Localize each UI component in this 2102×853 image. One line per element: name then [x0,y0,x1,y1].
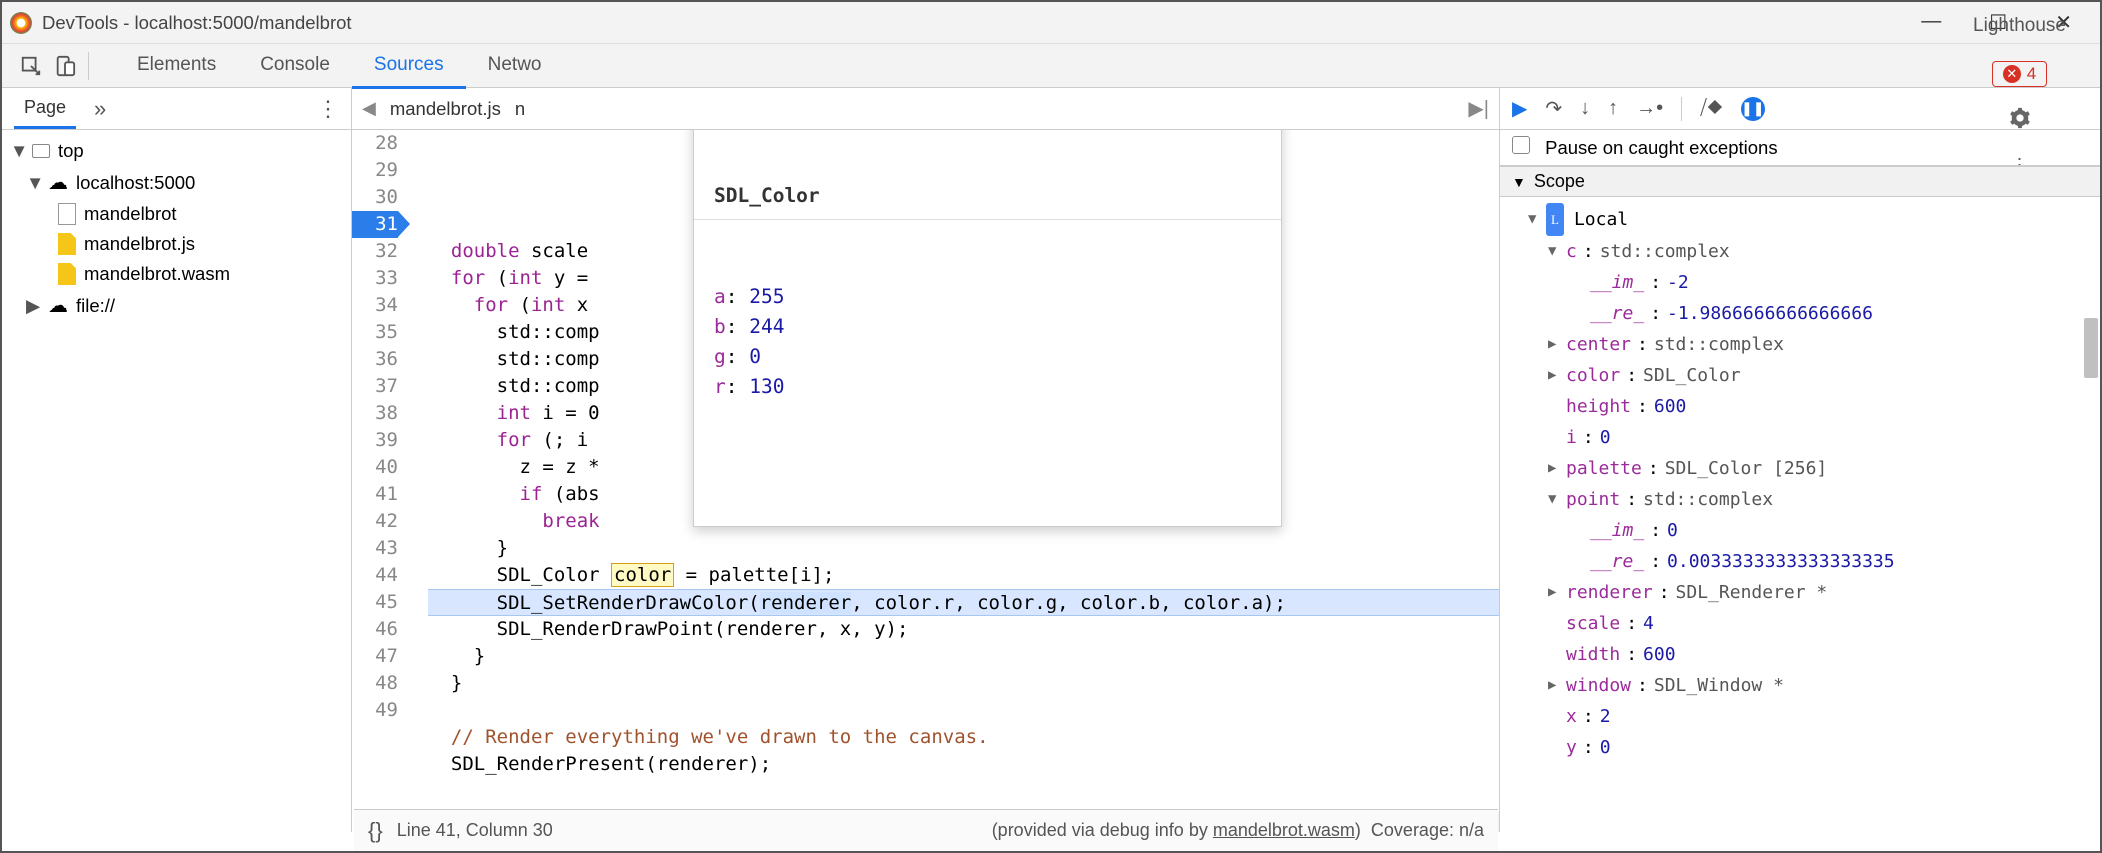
tree-file-scheme[interactable]: ▶☁file:// [2,289,351,322]
step-into-icon[interactable]: ↓ [1580,97,1590,120]
coverage-label: Coverage: n/a [1371,820,1484,840]
scope-row[interactable]: ▶center: std::complex [1500,329,2100,360]
tooltip-title: SDL_Color [694,172,1281,220]
tab-page[interactable]: Page [14,89,76,129]
scope-row[interactable]: __im_: -2 [1500,267,2100,298]
source-tab-filename[interactable]: mandelbrot.js [390,98,501,120]
debugger-toolbar: ▶ ↷ ↓ ↑ →• ⧸◆ ❚❚ [1500,88,2100,130]
scope-header[interactable]: ▼Scope [1500,166,2100,197]
deactivate-breakpoints-icon[interactable]: ⧸◆ [1700,97,1723,120]
scope-row[interactable]: width: 600 [1500,639,2100,670]
error-badge[interactable]: ✕ 4 [1992,61,2047,87]
scope-row[interactable]: scale: 4 [1500,608,2100,639]
nav-forward-icon[interactable]: ▶| [1468,96,1489,121]
tree-file-mandelbrot-wasm[interactable]: mandelbrot.wasm [2,259,351,289]
scope-row[interactable]: height: 600 [1500,391,2100,422]
cloud-icon: ☁ [48,293,68,318]
error-icon: ✕ [2003,65,2021,83]
file-tree: ▼top ▼☁localhost:5000 mandelbrot mandelb… [2,130,351,328]
inspect-icon[interactable] [14,49,48,83]
tree-top[interactable]: ▼top [2,136,351,166]
scope-row[interactable]: ▶color: SDL_Color [1500,360,2100,391]
pause-checkbox[interactable] [1512,136,1530,154]
source-panel: ◀ mandelbrot.js n ▶| 2829303132333435363… [352,88,1500,832]
scope-row[interactable]: y: 0 [1500,732,2100,763]
document-icon [58,203,76,225]
error-count: 4 [2027,64,2036,84]
scope-row[interactable]: __im_: 0 [1500,515,2100,546]
scope-row[interactable]: ▶palette: SDL_Color [256] [1500,453,2100,484]
nav-back-icon[interactable]: ◀ [362,98,376,119]
step-out-icon[interactable]: ↑ [1608,97,1618,120]
scope-row[interactable]: x: 2 [1500,701,2100,732]
step-icon[interactable]: →• [1636,97,1663,120]
window-icon [32,144,50,158]
tab-elements[interactable]: Elements [115,44,238,88]
scope-row[interactable]: ▼point: std::complex [1500,484,2100,515]
cloud-icon: ☁ [48,170,68,195]
scope-row[interactable]: ▼c: std::complex [1500,236,2100,267]
navigator-menu-icon[interactable]: ⋮ [317,96,339,122]
resume-icon[interactable]: ▶ [1512,96,1527,121]
step-over-icon[interactable]: ↷ [1545,96,1562,121]
wasm-file-icon [58,263,76,285]
line-gutter[interactable]: 2829303132333435363738394041424344454647… [352,130,408,832]
pause-exceptions-icon[interactable]: ❚❚ [1741,97,1765,121]
titlebar: DevTools - localhost:5000/mandelbrot — ☐… [2,2,2100,44]
chrome-icon [10,12,32,34]
tab-network[interactable]: Netwo [466,44,564,88]
hover-tooltip: SDL_Color a: 255b: 244g: 0r: 130 [693,130,1282,527]
status-bar: {} Line 41, Column 30 (provided via debu… [354,809,1498,851]
js-file-icon [58,233,76,255]
scope-local[interactable]: ▼LLocal [1500,203,2100,236]
panel-tabs: Elements Console Sources Netwo [115,44,563,88]
tree-file-mandelbrot-js[interactable]: mandelbrot.js [2,229,351,259]
tree-file-mandelbrot[interactable]: mandelbrot [2,199,351,229]
window-title: DevTools - localhost:5000/mandelbrot [42,12,352,34]
devtools-toolbar: Elements Console Sources Netwo urity Lig… [2,44,2100,88]
cursor-position: Line 41, Column 30 [397,820,553,841]
navigator-panel: Page » ⋮ ▼top ▼☁localhost:5000 mandelbro… [2,88,352,832]
tab-lighthouse[interactable]: Lighthouse [1951,5,2088,47]
more-tabs-icon[interactable]: » [94,96,106,122]
pause-on-exceptions-row[interactable]: Pause on caught exceptions [1500,130,2100,166]
source-tab-truncated[interactable]: n [515,98,525,120]
scope-row[interactable]: ▶renderer: SDL_Renderer * [1500,577,2100,608]
tree-host[interactable]: ▼☁localhost:5000 [2,166,351,199]
tab-sources[interactable]: Sources [352,44,466,89]
scope-row[interactable]: __re_: 0.0033333333333333335 [1500,546,2100,577]
scope-row[interactable]: __re_: -1.9866666666666666 [1500,298,2100,329]
code-content[interactable]: SDL_Color a: 255b: 244g: 0r: 130 double … [408,130,1499,832]
minimize-button[interactable]: — [1921,10,1941,35]
debug-info-link[interactable]: mandelbrot.wasm [1213,820,1355,840]
device-toggle-icon[interactable] [48,49,82,83]
scope-tree: ▼LLocal ▼c: std::complex__im_: -2__re_: … [1500,197,2100,769]
scope-row[interactable]: i: 0 [1500,422,2100,453]
debugger-panel: ▶ ↷ ↓ ↑ →• ⧸◆ ❚❚ Pause on caught excepti… [1500,88,2100,832]
vertical-scrollbar[interactable] [2084,318,2098,378]
tab-console[interactable]: Console [238,44,352,88]
scope-row[interactable]: ▶window: SDL_Window * [1500,670,2100,701]
braces-icon[interactable]: {} [368,818,383,844]
